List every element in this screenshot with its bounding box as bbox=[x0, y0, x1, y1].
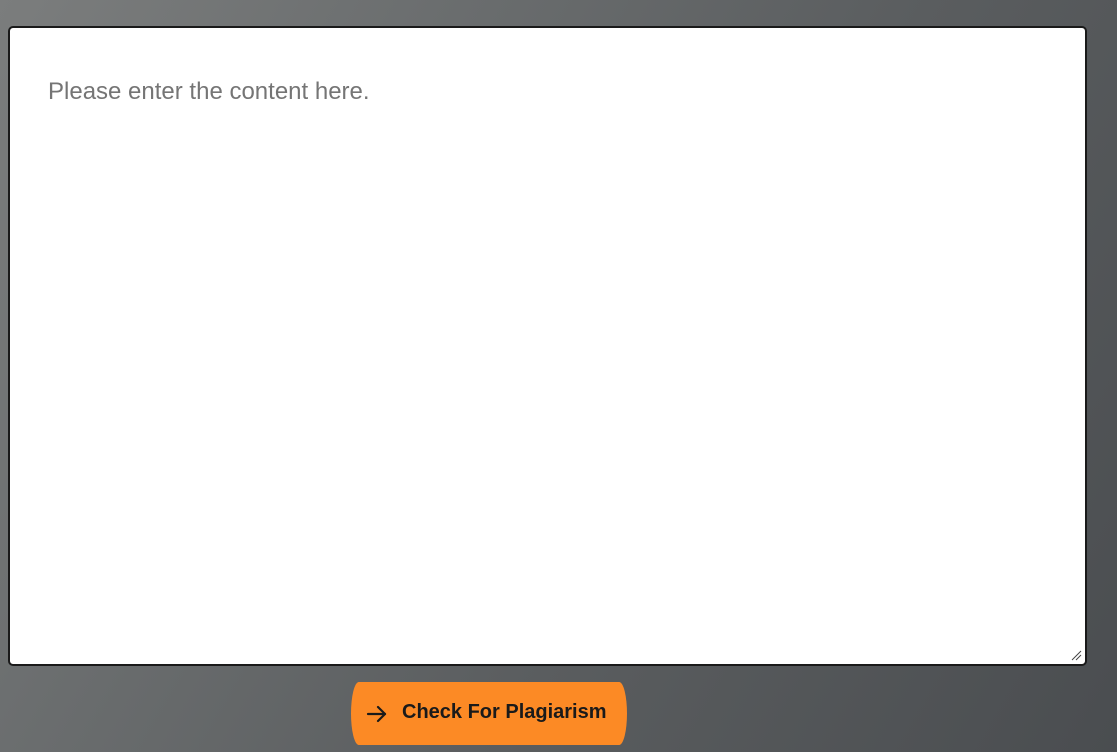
arrow-right-icon bbox=[366, 705, 387, 723]
check-plagiarism-button[interactable]: Check For Plagiarism bbox=[351, 682, 627, 745]
content-textarea-placeholder: Please enter the content here. bbox=[48, 78, 370, 105]
content-textarea[interactable]: Please enter the content here. bbox=[8, 26, 1087, 666]
resize-grip-icon[interactable] bbox=[1070, 649, 1082, 661]
check-plagiarism-label: Check For Plagiarism bbox=[402, 701, 607, 723]
